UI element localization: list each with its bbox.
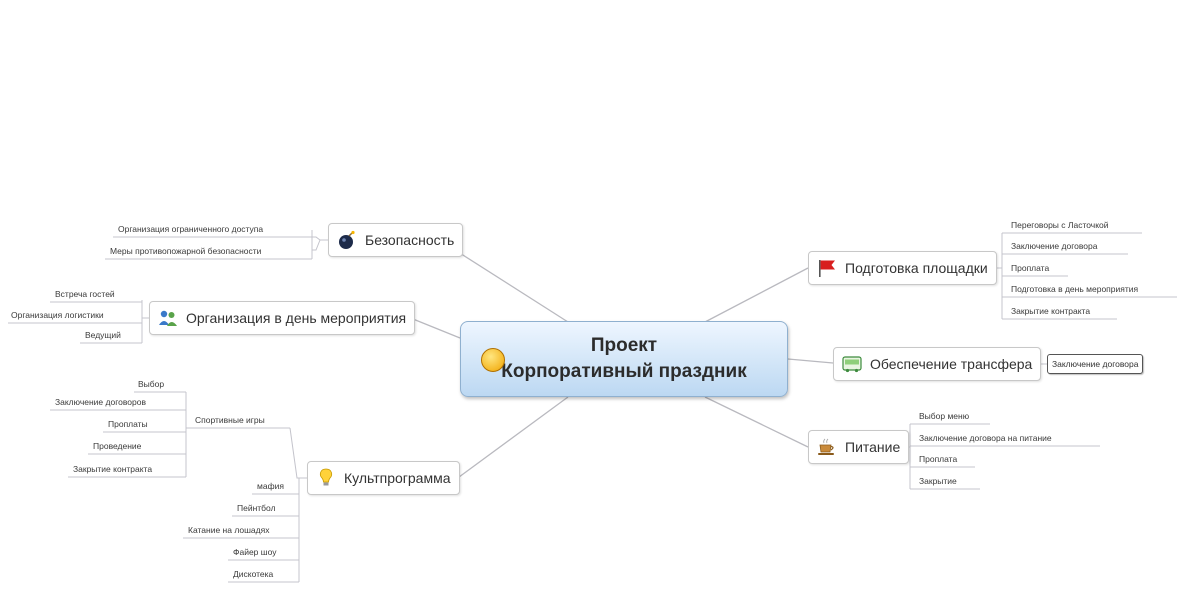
subtopic-sport-games[interactable]: Спортивные игры (192, 412, 268, 428)
leaf-sport-5[interactable]: Закрытие контракта (70, 461, 155, 477)
branch-transfer[interactable]: Обеспечение трансфера (833, 347, 1042, 381)
red-flag-icon (819, 260, 835, 277)
central-title-line2: Корпоративный праздник (501, 361, 747, 382)
leaf-kult-1[interactable]: мафия (254, 478, 287, 494)
branch-transfer-label: Обеспечение трансфера (870, 356, 1033, 372)
leaf-pitanie-2[interactable]: Заключение договора на питание (916, 430, 1055, 446)
branch-bezopasnost[interactable]: Безопасность (328, 223, 464, 257)
branch-pitanie-label: Питание (845, 439, 901, 455)
leaf-podgotovka-3[interactable]: Проплата (1008, 260, 1052, 276)
leaf-podgotovka-1[interactable]: Переговоры с Ласточкой (1008, 217, 1112, 233)
central-title-line1: Проект (590, 335, 658, 356)
central-topic[interactable]: Проект Корпоративный праздник (460, 321, 788, 397)
leaf-kult-2[interactable]: Пейнтбол (234, 500, 279, 516)
branch-kultprogramma[interactable]: Культпрограмма (307, 461, 460, 495)
leaf-podgotovka-5[interactable]: Закрытие контракта (1008, 303, 1093, 319)
branch-podgotovka[interactable]: Подготовка площадки (808, 251, 997, 285)
leaf-kult-4[interactable]: Файер шоу (230, 544, 279, 560)
leaf-organizaciya-2[interactable]: Организация логистики (8, 307, 107, 323)
leaf-sport-1[interactable]: Выбор (135, 376, 167, 392)
leaf-sport-2[interactable]: Заключение договоров (52, 394, 149, 410)
leaf-pitanie-3[interactable]: Проплата (916, 451, 960, 467)
leaf-podgotovka-4[interactable]: Подготовка в день мероприятия (1008, 281, 1141, 297)
leaf-pitanie-4[interactable]: Закрытие (916, 473, 960, 489)
branch-organizaciya[interactable]: Организация в день мероприятия (149, 301, 416, 335)
people-icon (159, 310, 177, 326)
leaf-kult-3[interactable]: Катание на лошадях (185, 522, 272, 538)
bomb-icon (339, 230, 355, 249)
leaf-organizaciya-3[interactable]: Ведущий (82, 327, 124, 343)
branch-organizaciya-label: Организация в день мероприятия (186, 310, 407, 326)
leaf-organizaciya-1[interactable]: Встреча гостей (52, 286, 118, 302)
branch-bezopasnost-label: Безопасность (365, 232, 455, 248)
coffee-cup-icon (818, 438, 834, 455)
leaf-bezopasnost-1[interactable]: Организация ограниченного доступа (115, 221, 266, 237)
leaf-kult-5[interactable]: Дискотека (230, 566, 276, 582)
leaf-pitanie-1[interactable]: Выбор меню (916, 408, 972, 424)
bus-icon (842, 356, 862, 373)
branch-kultprogramma-label: Культпрограмма (344, 470, 451, 486)
leaf-sport-3[interactable]: Проплаты (105, 416, 151, 432)
leaf-bezopasnost-2[interactable]: Меры противопожарной безопасности (107, 243, 264, 259)
branch-pitanie[interactable]: Питание (808, 430, 910, 464)
leaf-podgotovka-2[interactable]: Заключение договора (1008, 238, 1100, 254)
branch-podgotovka-label: Подготовка площадки (845, 260, 988, 276)
lightbulb-icon (319, 468, 333, 486)
connector-lines (8, 230, 1177, 583)
leaf-transfer-1[interactable]: Заключение договора (1047, 354, 1144, 374)
leaf-sport-4[interactable]: Проведение (90, 438, 144, 454)
smiley-icon (481, 348, 505, 372)
